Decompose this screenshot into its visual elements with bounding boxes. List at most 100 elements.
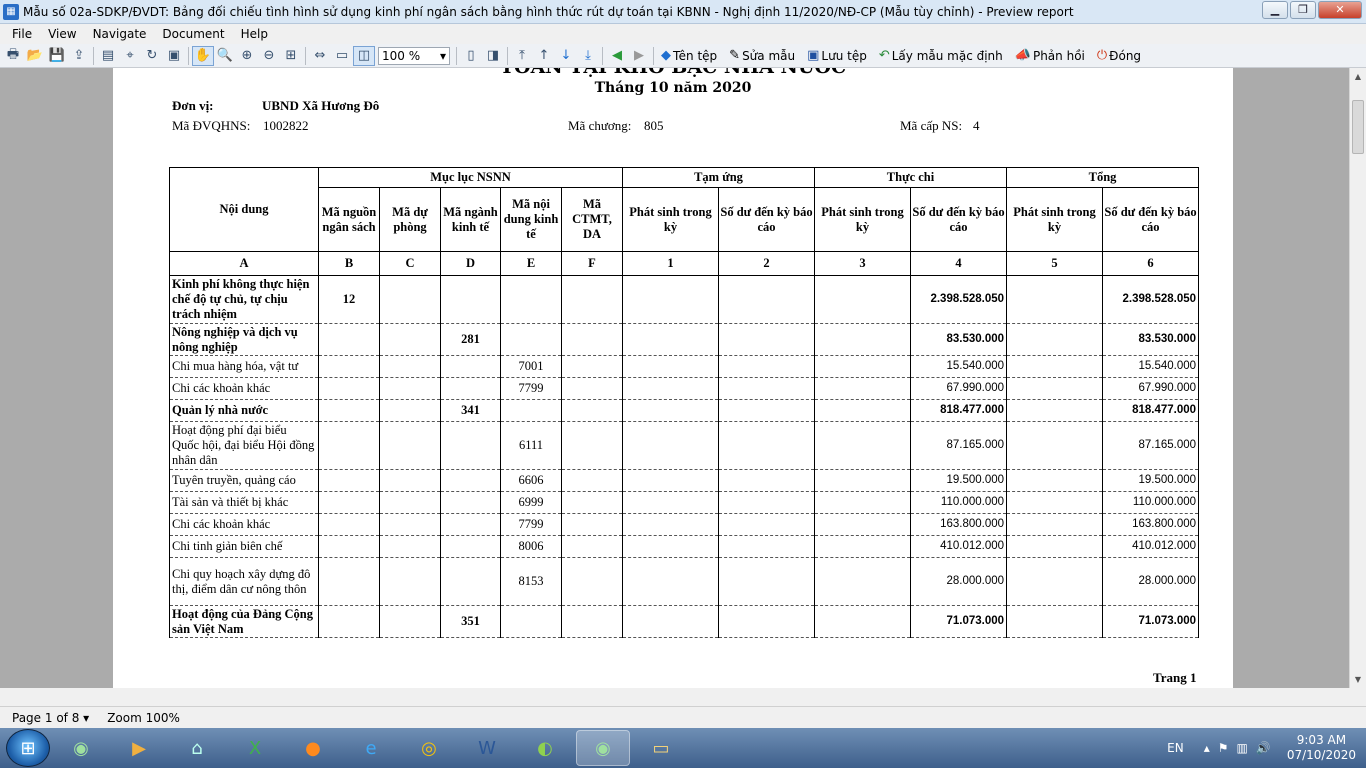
close-button[interactable]: ✕ [1318, 1, 1362, 19]
minimize-button[interactable]: ▁ [1262, 1, 1288, 19]
scroll-thumb[interactable] [1352, 100, 1364, 154]
taskbar-app2-icon[interactable]: ◐ [518, 730, 572, 766]
network-icon[interactable]: ▥ [1237, 741, 1248, 755]
tray-arrow-icon[interactable]: ▴ [1204, 741, 1210, 755]
refresh-icon[interactable]: ↻ [141, 46, 163, 66]
start-button[interactable]: ⊞ [6, 729, 50, 767]
cell-tam-ung-so-du [717, 377, 816, 400]
clock[interactable]: 9:03 AM 07/10/2020 [1287, 733, 1356, 763]
report-viewport[interactable]: TOÁN TẠI KHO BẠC NHÀ NƯỚC Tháng 10 năm 2… [0, 68, 1349, 688]
cell-noi-dung: Chi các khoản khác [169, 513, 319, 536]
cell-ma-nganh [440, 355, 501, 378]
taskbar-media-icon[interactable]: ▶ [112, 730, 166, 766]
col-letter: 3 [814, 251, 912, 276]
cell-ma-ctmt [561, 469, 623, 492]
dong-button[interactable]: Đóng [1109, 49, 1141, 63]
header-thuc-chi-so-du: Số dư đến kỳ báo cáo [910, 187, 1008, 252]
cell-noi-dung: Chi mua hàng hóa, vật tư [169, 355, 319, 378]
zoom-in-icon[interactable]: ⊕ [236, 46, 258, 66]
scroll-down-icon[interactable]: ▼ [1350, 671, 1366, 688]
taskbar-app3-icon[interactable]: ◉ [576, 730, 630, 766]
open-icon[interactable]: 📂 [24, 46, 46, 66]
cell-thuc-chi-so-du: 83.530.000 [910, 323, 1008, 356]
cell-thuc-chi-so-du: 2.398.528.050 [910, 275, 1008, 324]
luu-tep-button[interactable]: Lưu tệp [821, 49, 866, 63]
thumbnails-icon[interactable]: ▤ [97, 46, 119, 66]
fit-page-icon[interactable]: ▭ [331, 46, 353, 66]
menu-navigate[interactable]: Navigate [93, 27, 147, 41]
zoom-select[interactable]: 100 % ▾ [378, 46, 450, 65]
cell-tam-ung-phat-sinh [622, 355, 719, 378]
taskbar-excel-icon[interactable]: X [228, 730, 282, 766]
cell-ma-nganh [440, 513, 501, 536]
volume-icon[interactable]: 🔊 [1256, 741, 1271, 755]
multi-page-icon[interactable]: ◨ [482, 46, 504, 66]
col-letter: B [318, 251, 380, 276]
cell-tong-phat-sinh [1006, 605, 1104, 638]
cell-ma-nganh [440, 491, 501, 514]
cell-thuc-chi-so-du: 67.990.000 [910, 377, 1008, 400]
cell-thuc-chi-phat-sinh [814, 399, 912, 422]
taskbar-home-icon[interactable]: ⌂ [170, 730, 224, 766]
taskbar-ie-icon[interactable]: e [344, 730, 398, 766]
single-page-icon[interactable]: ▯ [460, 46, 482, 66]
first-page-icon[interactable]: ⤒ [511, 46, 533, 66]
cell-tam-ung-phat-sinh [622, 491, 719, 514]
page-indicator[interactable]: Page 1 of 8 ▾ [12, 711, 89, 725]
cell-thuc-chi-so-du: 28.000.000 [910, 557, 1008, 606]
header-tam-ung-phat-sinh: Phát sinh trong kỳ [622, 187, 719, 252]
save-icon[interactable]: 💾 [46, 46, 68, 66]
cell-tam-ung-so-du [717, 469, 816, 492]
taskbar-app-icon[interactable]: ◉ [54, 730, 108, 766]
taskbar-chrome-icon[interactable]: ◎ [402, 730, 456, 766]
cell-thuc-chi-phat-sinh [814, 557, 912, 606]
actual-size-icon[interactable]: ◫ [353, 45, 375, 66]
cell-tong-so-du: 15.540.000 [1102, 355, 1200, 378]
find-icon[interactable]: ⌖ [119, 46, 141, 66]
phan-hoi-button[interactable]: Phản hồi [1033, 49, 1085, 63]
menu-help[interactable]: Help [241, 27, 268, 41]
cell-ma-noi-dung: 7799 [500, 377, 562, 400]
language-indicator[interactable]: EN [1167, 741, 1184, 755]
menu-view[interactable]: View [48, 27, 76, 41]
cell-tong-phat-sinh [1006, 513, 1104, 536]
cell-ma-du-phong [379, 491, 441, 514]
zoom-icon[interactable]: 🔍 [214, 46, 236, 66]
forward-icon[interactable]: ▶ [628, 46, 650, 66]
prev-page-icon[interactable]: ↑ [533, 46, 555, 66]
table-row: Quản lý nhà nước 341 818.477.000 818.477.00… [169, 399, 1200, 422]
zoom-out-icon[interactable]: ⊖ [258, 46, 280, 66]
lay-mau-button[interactable]: Lấy mẫu mặc định [892, 49, 1003, 63]
menu-document[interactable]: Document [162, 27, 224, 41]
cell-tam-ung-phat-sinh [622, 275, 719, 324]
cell-tong-so-du: 71.073.000 [1102, 605, 1200, 638]
menu-file[interactable]: File [12, 27, 32, 41]
print-icon[interactable]: 🖶 [2, 46, 24, 66]
cell-ma-nganh [440, 275, 501, 324]
col-letter: D [440, 251, 501, 276]
cell-tong-phat-sinh [1006, 557, 1104, 606]
fit-width-icon[interactable]: ⇔ [309, 46, 331, 66]
sua-mau-button[interactable]: Sửa mẫu [742, 49, 795, 63]
zoom-area-icon[interactable]: ⊞ [280, 46, 302, 66]
scroll-up-icon[interactable]: ▲ [1350, 68, 1366, 85]
report-table: Nội dung Mục lục NSNN Tạm ứng Thực chi T… [169, 167, 1200, 638]
ten-tep-button[interactable]: Tên tệp [673, 49, 717, 63]
hand-tool-icon[interactable]: ✋ [192, 45, 214, 66]
header-thuc-chi-phat-sinh: Phát sinh trong kỳ [814, 187, 912, 252]
toolbar: 🖶 📂 💾 ⇪ ▤ ⌖ ↻ ▣ ✋ 🔍 ⊕ ⊖ ⊞ ⇔ ▭ ◫ 100 % ▾ … [0, 44, 1366, 68]
last-page-icon[interactable]: ⤓ [577, 46, 599, 66]
cell-ma-ctmt [561, 605, 623, 638]
cell-ma-noi-dung: 7001 [500, 355, 562, 378]
flag-icon[interactable]: ⚑ [1218, 741, 1229, 755]
taskbar-folder-icon[interactable]: ▭ [634, 730, 688, 766]
next-page-icon[interactable]: ↓ [555, 46, 577, 66]
page-setup-icon[interactable]: ▣ [163, 46, 185, 66]
taskbar-firefox-icon[interactable]: ● [286, 730, 340, 766]
taskbar-word-icon[interactable]: W [460, 730, 514, 766]
vertical-scrollbar[interactable]: ▲ ▼ [1349, 68, 1366, 688]
export-icon[interactable]: ⇪ [68, 46, 90, 66]
cell-tam-ung-so-du [717, 421, 816, 470]
maximize-button[interactable]: ❐ [1290, 1, 1316, 19]
back-icon[interactable]: ◀ [606, 46, 628, 66]
